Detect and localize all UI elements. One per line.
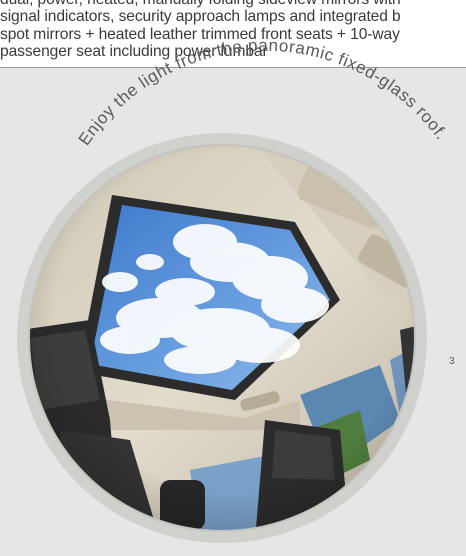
caption-footnote-marker: 3 bbox=[449, 356, 455, 367]
photo-caption-path: Enjoy the light from the panoramic fixed… bbox=[75, 36, 451, 149]
panoramic-roof-photo: Enjoy the light from the panoramic fixed… bbox=[17, 36, 455, 543]
photo-caption: Enjoy the light from the panoramic fixed… bbox=[75, 36, 452, 149]
